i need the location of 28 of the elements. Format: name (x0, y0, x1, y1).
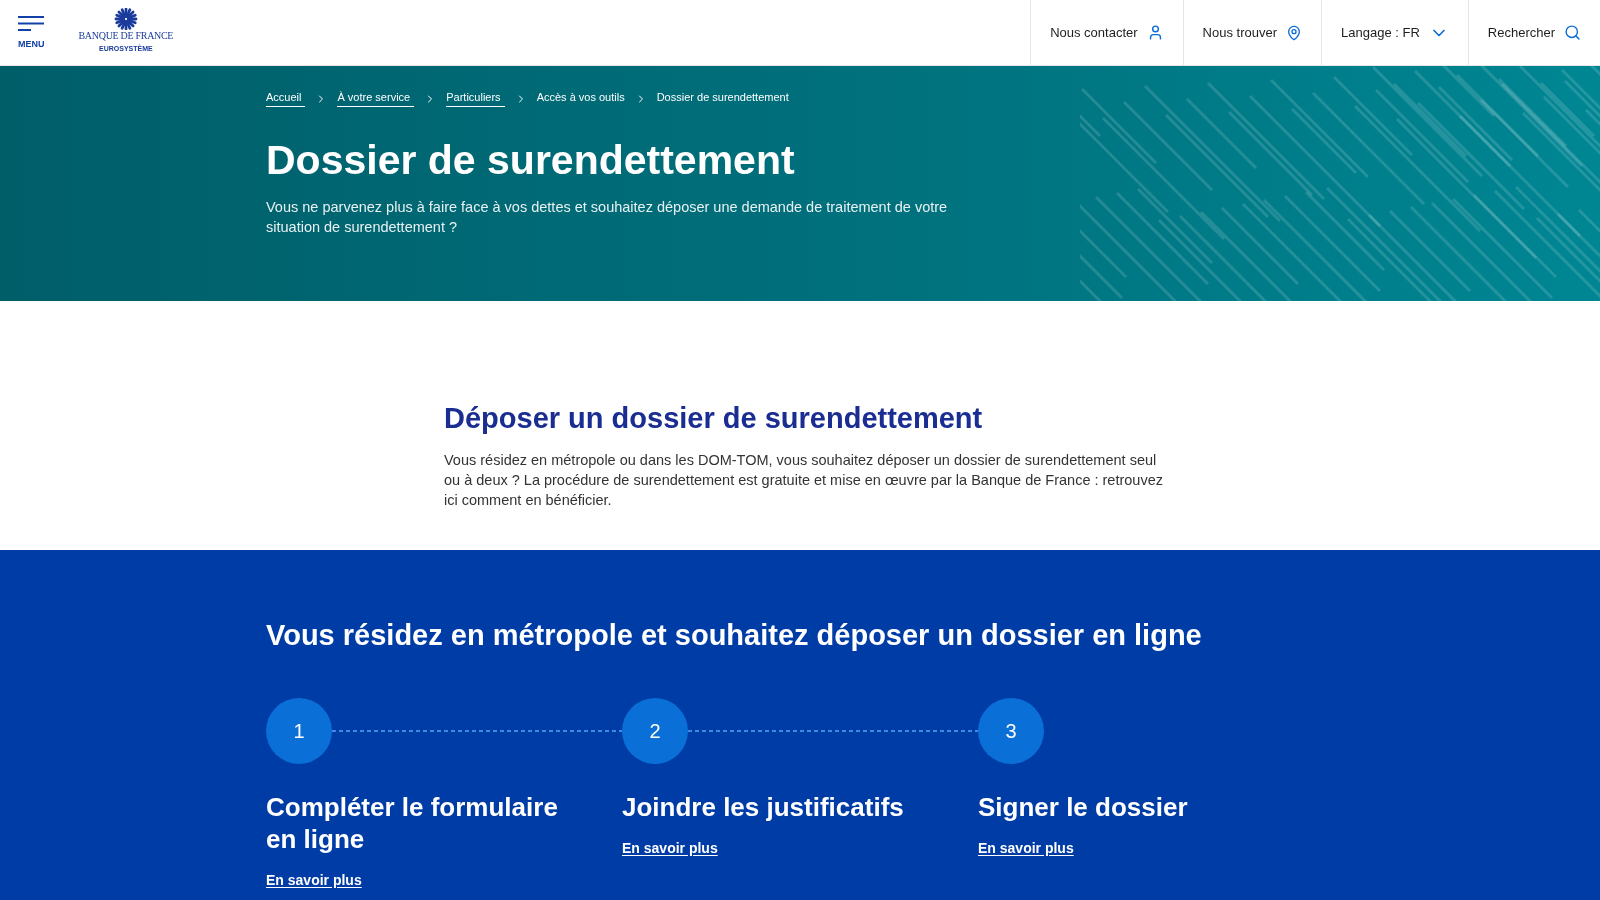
steps-heading: Vous résidez en métropole et souhaitez déposer un dossier en ligne (266, 618, 1202, 653)
section-heading: Déposer un dossier de surendettement (444, 401, 983, 436)
menu-button[interactable]: MENU (18, 0, 45, 65)
breadcrumb-text: Dossier de surendettement (656, 90, 789, 105)
nav-button[interactable]: Rechercher (1467, 0, 1600, 65)
page-title: Dossier de surendettement (266, 136, 795, 185)
learn-more-link[interactable]: En savoir plus (266, 870, 362, 890)
nav-button[interactable]: Nous trouver (1182, 0, 1321, 65)
breadcrumb-link[interactable]: À votre service (337, 90, 415, 107)
page-description: Vous ne parvenez plus à faire face à vos dettes et souhaitez déposer une demande de traitement de votre situation de surendettement ? (266, 198, 949, 237)
nav-button[interactable]: Nous contacter (1030, 0, 1183, 65)
breadcrumb-link[interactable]: Particuliers (446, 90, 505, 107)
search-icon (1564, 24, 1581, 41)
breadcrumb-text: Accès à vos outils (536, 90, 625, 105)
learn-more-link[interactable]: En savoir plus (622, 838, 718, 858)
step-title: Joindre les justificatifs (622, 791, 904, 823)
step-title: Compléter le formulaire en ligne (266, 791, 559, 855)
learn-more-link[interactable]: En savoir plus (978, 838, 1074, 858)
breadcrumb-link[interactable]: Accueil (266, 90, 306, 107)
menu-icon (18, 16, 45, 31)
step-title: Signer le dossier (978, 791, 1188, 823)
map-pin-icon (1286, 24, 1302, 41)
step-number: 3 (978, 698, 1044, 764)
nav-button[interactable]: Langage : FR (1321, 0, 1468, 65)
step-number: 2 (622, 698, 688, 764)
logo-text[interactable]: BANQUE DE FRANCE (78, 30, 174, 41)
step-number: 1 (266, 698, 332, 764)
section-paragraph: Vous résidez en métropole ou dans les DOM-TOM, vous souhaitez déposer un dossier de surendettement seul ou à deux ? La procédure de surendettement est gratuite et mise en œuvre par la Banque de France : retrouvez ici comment en bénéficier. (444, 451, 1164, 510)
